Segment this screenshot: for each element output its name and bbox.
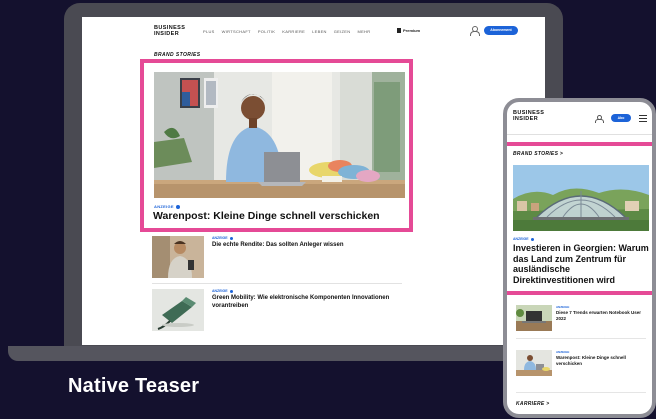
anzeige-label: ANZEIGE [212, 289, 233, 293]
teaser-thumbnail [152, 289, 204, 331]
teaser-title[interactable]: Warenpost: Kleine Dinge schnell verschic… [556, 355, 652, 366]
teaser-item[interactable]: ANZEIGE Warenpost: Kleine Dinge schnell … [516, 350, 652, 380]
laptop-photo [516, 305, 552, 331]
nav-item-wirtschaft[interactable]: WIRTSCHAFT [222, 29, 251, 34]
nav-item-plus[interactable]: PLUS [203, 29, 215, 34]
section-label[interactable]: BRAND STORIES > [513, 151, 563, 157]
desktop-logo[interactable]: BUSINESS INSIDER [154, 25, 185, 37]
divider [516, 392, 646, 393]
subscribe-button[interactable]: Abonnement [484, 26, 518, 35]
mobile-logo[interactable]: BUSINESS INSIDER [513, 110, 544, 122]
nav-item-mehr[interactable]: MEHR [357, 29, 370, 34]
featured-teaser[interactable]: ANZEIGE Warenpost: Kleine Dinge schnell … [140, 59, 413, 232]
featured-teaser-title[interactable]: Warenpost: Kleine Dinge schnell verschic… [153, 210, 380, 222]
subscribe-button[interactable]: Abo [611, 114, 631, 122]
featured-teaser-image [154, 72, 405, 198]
teaser-item[interactable]: ANZEIGE Green Mobility: Wie elektronisch… [152, 289, 412, 333]
premium-link[interactable]: Premium [397, 28, 420, 33]
anzeige-label: ANZEIGE [154, 204, 180, 209]
laptop-base [8, 346, 556, 361]
divider [516, 338, 646, 339]
office-photo [154, 72, 405, 198]
anzeige-label: ANZEIGE [556, 350, 570, 354]
nav-item-politik[interactable]: POLITIK [258, 29, 275, 34]
office-photo [516, 350, 552, 376]
featured-teaser[interactable]: BRAND STORIES > ANZEIGE Investieren in G… [507, 142, 652, 295]
desktop-header: BUSINESS INSIDER PLUS WIRTSCHAFT POLITIK… [82, 17, 545, 47]
section-label: BRAND STORIES [154, 52, 201, 58]
teaser-thumbnail [152, 236, 204, 278]
caption-title: Native Teaser [68, 375, 200, 397]
divider [507, 134, 652, 135]
menu-icon[interactable] [639, 115, 647, 122]
desktop-nav: PLUS WIRTSCHAFT POLITIK KARRIERE LEBEN G… [203, 29, 370, 34]
man-photo [152, 236, 204, 278]
section-label[interactable]: KARRIERE > [516, 401, 549, 407]
teaser-item[interactable]: ANZEIGE Diese 7 Trends erwarten Notebook… [516, 305, 652, 335]
featured-teaser-image [513, 165, 649, 231]
nav-item-geizen[interactable]: GEIZEN [334, 29, 351, 34]
anzeige-label: ANZEIGE [212, 236, 233, 240]
user-icon[interactable] [470, 26, 480, 36]
nav-item-karriere[interactable]: KARRIERE [282, 29, 305, 34]
teaser-title[interactable]: Green Mobility: Wie elektronische Kompon… [212, 295, 412, 310]
teaser-item[interactable]: ANZEIGE Die echte Rendite: Das sollten A… [152, 236, 412, 280]
bridge-photo [513, 165, 649, 231]
featured-teaser-title[interactable]: Investieren in Georgien: Warum das Land … [513, 243, 651, 285]
charger-photo [152, 289, 204, 331]
teaser-thumbnail [516, 305, 552, 331]
nav-item-leben[interactable]: LEBEN [312, 29, 327, 34]
anzeige-label: ANZEIGE [513, 237, 534, 241]
user-icon[interactable] [595, 115, 604, 123]
teaser-thumbnail [516, 350, 552, 376]
anzeige-label: ANZEIGE [556, 305, 570, 309]
teaser-title[interactable]: Die echte Rendite: Das sollten Anleger w… [212, 242, 412, 250]
divider [152, 283, 402, 284]
teaser-title[interactable]: Diese 7 Trends erwarten Notebook User 20… [556, 310, 652, 321]
mobile-page: BUSINESS INSIDER Abo BRAND STORIES > ANZ… [503, 98, 656, 418]
